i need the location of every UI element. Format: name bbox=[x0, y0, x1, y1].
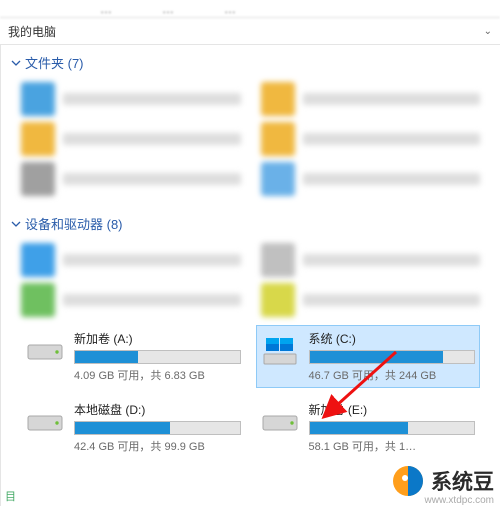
windows-drive-icon bbox=[261, 332, 299, 370]
drive-icon bbox=[261, 403, 299, 441]
folder-label bbox=[63, 93, 241, 105]
menu-item[interactable]: … bbox=[100, 2, 112, 16]
capacity-bar bbox=[309, 350, 476, 364]
device-icon bbox=[21, 283, 55, 317]
device-label bbox=[303, 294, 481, 306]
drive-name: 新加卷 (A:) bbox=[74, 330, 241, 347]
menubar: … … … bbox=[0, 0, 500, 18]
drive-name: 本地磁盘 (D:) bbox=[74, 401, 241, 418]
section-header-folders[interactable]: 文件夹 (7) bbox=[1, 45, 500, 76]
device-item[interactable] bbox=[21, 243, 241, 277]
device-icon bbox=[21, 243, 55, 277]
menu-item[interactable]: … bbox=[224, 2, 236, 16]
brand-icon bbox=[391, 464, 425, 498]
device-icon bbox=[261, 243, 295, 277]
folder-icon bbox=[21, 122, 55, 156]
device-label bbox=[63, 254, 241, 266]
device-item[interactable] bbox=[261, 283, 481, 317]
folder-item[interactable] bbox=[261, 82, 481, 116]
capacity-bar bbox=[309, 421, 476, 435]
expand-icon[interactable]: ⌄ bbox=[484, 26, 492, 37]
device-item[interactable] bbox=[21, 283, 241, 317]
folder-item[interactable] bbox=[21, 82, 241, 116]
folder-icon bbox=[261, 82, 295, 116]
brand-logo: 系统豆 bbox=[391, 464, 494, 498]
chevron-down-icon bbox=[11, 58, 21, 68]
folder-label bbox=[303, 173, 481, 185]
folder-item[interactable] bbox=[261, 122, 481, 156]
section-header-drives[interactable]: 设备和驱动器 (8) bbox=[1, 206, 500, 237]
folder-label bbox=[303, 133, 481, 145]
device-label bbox=[303, 254, 481, 266]
drive-item[interactable]: 本地磁盘 (D:) 42.4 GB 可用，共 99.9 GB bbox=[21, 396, 246, 459]
drive-item[interactable]: 系统 (C:) 46.7 GB 可用，共 244 GB bbox=[256, 325, 481, 388]
folder-label bbox=[63, 133, 241, 145]
menu-item[interactable]: … bbox=[162, 2, 174, 16]
main-content: 文件夹 (7) 设备和驱动器 (8) 新加卷 (A:) 4.09 GB 可用，共 … bbox=[0, 44, 500, 506]
section-title: 文件夹 (7) bbox=[25, 53, 84, 72]
drive-icon bbox=[26, 403, 64, 441]
drive-name: 系统 (C:) bbox=[309, 330, 476, 347]
devices-grid bbox=[1, 237, 500, 321]
status-bar: 目 bbox=[1, 486, 20, 506]
folder-item[interactable] bbox=[21, 122, 241, 156]
drive-name: 新加卷 (E:) bbox=[309, 401, 476, 418]
drive-stats: 46.7 GB 可用，共 244 GB bbox=[309, 367, 476, 383]
folder-icon bbox=[261, 162, 295, 196]
device-label bbox=[63, 294, 241, 306]
folder-item[interactable] bbox=[21, 162, 241, 196]
drive-item[interactable]: 新加卷 (A:) 4.09 GB 可用，共 6.83 GB bbox=[21, 325, 246, 388]
folder-icon bbox=[21, 162, 55, 196]
brand-url: www.xtdpc.com bbox=[425, 495, 494, 506]
breadcrumb-title[interactable]: 我的电脑 bbox=[8, 23, 56, 40]
device-item[interactable] bbox=[261, 243, 481, 277]
section-title: 设备和驱动器 (8) bbox=[25, 214, 123, 233]
folder-label bbox=[63, 173, 241, 185]
breadcrumb-bar: 我的电脑 ⌄ bbox=[0, 18, 500, 44]
folder-icon bbox=[21, 82, 55, 116]
folder-item[interactable] bbox=[261, 162, 481, 196]
chevron-down-icon bbox=[11, 219, 21, 229]
drive-stats: 42.4 GB 可用，共 99.9 GB bbox=[74, 438, 241, 454]
capacity-bar bbox=[74, 350, 241, 364]
drive-stats: 58.1 GB 可用，共 1… bbox=[309, 438, 476, 454]
drive-stats: 4.09 GB 可用，共 6.83 GB bbox=[74, 367, 241, 383]
brand-name: 系统豆 bbox=[431, 466, 494, 496]
capacity-bar bbox=[74, 421, 241, 435]
folder-label bbox=[303, 93, 481, 105]
device-icon bbox=[261, 283, 295, 317]
folder-icon bbox=[261, 122, 295, 156]
drive-item[interactable]: 新加卷 (E:) 58.1 GB 可用，共 1… bbox=[256, 396, 481, 459]
drive-icon bbox=[26, 332, 64, 370]
drives-grid: 新加卷 (A:) 4.09 GB 可用，共 6.83 GB 系统 (C:) 46.7 … bbox=[1, 321, 500, 463]
folders-grid bbox=[1, 76, 500, 206]
